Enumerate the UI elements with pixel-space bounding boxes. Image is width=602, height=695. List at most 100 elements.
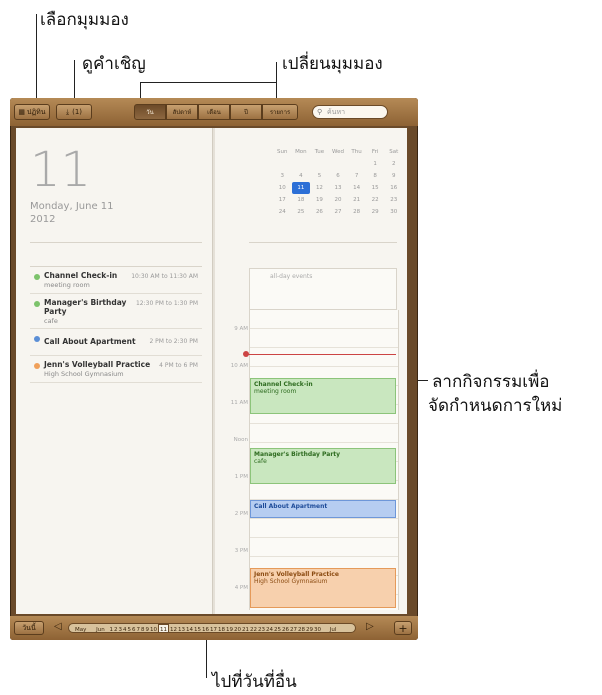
date-slot[interactable]: 28	[298, 625, 305, 632]
list-item[interactable]: Jenn's Volleyball Practice High School G…	[30, 356, 202, 383]
date-slot[interactable]: 23	[258, 625, 265, 632]
date-slot[interactable]: 26	[282, 625, 289, 632]
event-block[interactable]: Call About Apartment	[250, 500, 396, 518]
date-slot[interactable]: 7	[136, 625, 140, 632]
chevron-right-icon[interactable]: ▷	[366, 621, 374, 632]
day-cell[interactable]: 29	[366, 206, 385, 218]
day-cell[interactable]: 9	[384, 170, 403, 182]
event-block[interactable]: Channel Check-in meeting room	[250, 378, 396, 414]
date-slot[interactable]: 9	[145, 625, 149, 632]
date-slot[interactable]: 13	[178, 625, 185, 632]
today-button[interactable]: วันนี้	[14, 621, 44, 635]
all-day-area[interactable]: all-day events	[249, 268, 397, 310]
day-cell[interactable]: 2	[384, 158, 403, 170]
divider	[30, 242, 202, 243]
day-cell[interactable]	[347, 158, 366, 170]
day-cell[interactable]: 25	[292, 206, 311, 218]
tab-month[interactable]: เดือน	[198, 104, 230, 120]
date-slot[interactable]: 8	[141, 625, 145, 632]
date-slot[interactable]: 2	[114, 625, 118, 632]
date-slot[interactable]: 6	[132, 625, 136, 632]
day-cell[interactable]: 5	[310, 170, 329, 182]
hour-label: 11 AM	[230, 400, 248, 406]
day-cell[interactable]: 20	[329, 194, 348, 206]
date-slot-current[interactable]: 11	[157, 624, 169, 632]
day-cell[interactable]: 12	[310, 182, 329, 194]
event-time: 10:30 AM to 11:30 AM	[131, 273, 198, 280]
date-slot[interactable]: 30	[314, 625, 321, 632]
day-cell[interactable]: 24	[273, 206, 292, 218]
calendars-button[interactable]: ▦ ปฏิทิน	[14, 104, 50, 120]
invitations-button[interactable]: ⤓ (1)	[56, 104, 92, 120]
date-slot[interactable]: 21	[242, 625, 249, 632]
date-slot[interactable]: 19	[226, 625, 233, 632]
day-cell[interactable]: 17	[273, 194, 292, 206]
date-slot[interactable]: 16	[202, 625, 209, 632]
date-slot[interactable]: 18	[218, 625, 225, 632]
event-block-title: Manager's Birthday Party	[254, 451, 341, 458]
day-cell[interactable]: 13	[329, 182, 348, 194]
day-cell[interactable]: 22	[366, 194, 385, 206]
event-block[interactable]: Jenn's Volleyball Practice High School G…	[250, 568, 396, 608]
day-cell[interactable]: 18	[292, 194, 311, 206]
list-item[interactable]: Channel Check-in meeting room 10:30 AM t…	[30, 267, 202, 294]
day-cell[interactable]	[310, 158, 329, 170]
mini-calendar: Sun Mon Tue Wed Thu Fri Sat 1 2 3 4 5 6 …	[273, 146, 403, 218]
date-slot[interactable]: 27	[290, 625, 297, 632]
day-cell[interactable]: 23	[384, 194, 403, 206]
date-slot[interactable]: 3	[118, 625, 122, 632]
date-slot[interactable]: 22	[250, 625, 257, 632]
day-cell-today[interactable]: 11	[291, 182, 311, 194]
day-cell[interactable]: 4	[292, 170, 311, 182]
day-cell[interactable]: 30	[384, 206, 403, 218]
weekday-label: Sun	[277, 149, 288, 155]
date-slot[interactable]: 15	[194, 625, 201, 632]
current-time-line	[246, 354, 396, 355]
chevron-left-icon[interactable]: ◁	[54, 621, 62, 632]
day-cell[interactable]: 28	[347, 206, 366, 218]
tab-year[interactable]: ปี	[230, 104, 262, 120]
tab-list[interactable]: รายการ	[262, 104, 298, 120]
search-input[interactable]: ⚲ ค้นหา	[312, 105, 388, 119]
day-cell[interactable]: 6	[329, 170, 348, 182]
weekday-label: Sat	[389, 149, 399, 155]
date-slot[interactable]: 12	[170, 625, 177, 632]
day-cell[interactable]: 14	[347, 182, 366, 194]
list-item[interactable]: Call About Apartment 2 PM to 2:30 PM	[30, 329, 202, 356]
day-cell[interactable]: 10	[273, 182, 292, 194]
day-cell[interactable]: 19	[310, 194, 329, 206]
date-scrubber[interactable]: May Jun 12345678910 11 1213141516171819202…	[68, 623, 356, 633]
event-block[interactable]: Manager's Birthday Party cafe	[250, 448, 396, 484]
day-cell[interactable]: 21	[347, 194, 366, 206]
day-cell[interactable]	[273, 158, 292, 170]
date-slot[interactable]: 14	[186, 625, 193, 632]
tab-week[interactable]: สัปดาห์	[166, 104, 198, 120]
tab-label: เดือน	[207, 109, 221, 116]
day-cell[interactable]	[292, 158, 311, 170]
date-slot[interactable]: 1	[109, 625, 113, 632]
day-cell[interactable]: 7	[347, 170, 366, 182]
date-slot[interactable]: 17	[210, 625, 217, 632]
day-cell[interactable]: 8	[366, 170, 385, 182]
date-slot[interactable]: 24	[266, 625, 273, 632]
date-slot[interactable]: 4	[123, 625, 127, 632]
date-slot[interactable]: 25	[274, 625, 281, 632]
day-cell[interactable]: 1	[366, 158, 385, 170]
week-row: 24 25 26 27 28 29 30	[273, 206, 403, 218]
tab-day[interactable]: วัน	[134, 104, 166, 120]
date-slot[interactable]: 20	[234, 625, 241, 632]
date-slot[interactable]: 5	[127, 625, 131, 632]
day-cell[interactable]: 3	[273, 170, 292, 182]
day-cell[interactable]: 26	[310, 206, 329, 218]
date-slot[interactable]: 29	[306, 625, 313, 632]
tab-label: รายการ	[269, 109, 291, 116]
list-item[interactable]: Manager's Birthday Party cafe 12:30 PM t…	[30, 294, 202, 329]
day-cell[interactable]	[329, 158, 348, 170]
event-time: 12:30 PM to 1:30 PM	[135, 300, 198, 307]
day-cell[interactable]: 16	[384, 182, 403, 194]
event-block-title: Call About Apartment	[254, 503, 328, 510]
date-slot[interactable]: 10	[150, 625, 157, 632]
add-event-button[interactable]: +	[394, 621, 412, 635]
day-cell[interactable]: 27	[329, 206, 348, 218]
day-cell[interactable]: 15	[366, 182, 385, 194]
